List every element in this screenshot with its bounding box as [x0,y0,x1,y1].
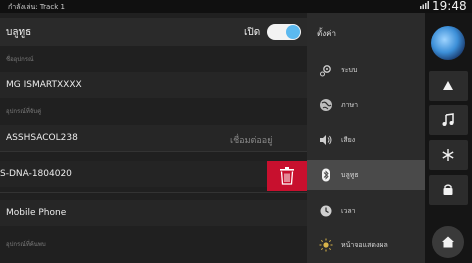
settings-item-sound[interactable]: เสียง [307,126,425,154]
home-button[interactable] [432,226,464,258]
device-name-section-label: ชื่ออุปกรณ์ [6,56,34,63]
settings-item-bluetooth[interactable]: บลูทูธ [307,160,425,190]
settings-item-label: ภาษา [341,101,359,109]
paired-devices-section-label: อุปกรณ์ที่จับคู่ [6,108,42,115]
music-button[interactable] [429,105,468,135]
bluetooth-header: บลูทูธ เปิด [0,18,307,46]
settings-item-time[interactable]: เวลา [307,197,425,225]
divider [0,192,307,193]
screen: กำลังเล่น: Track 1 19:48 บลูทูธ เปิด ชื่… [0,0,472,263]
car-icon [443,184,453,195]
delete-device-button[interactable] [267,161,307,191]
device-name-row[interactable]: MG ISMARTXXXX [0,72,307,98]
fan-icon [442,149,454,161]
right-rail [425,13,472,263]
signal-bars-icon [420,1,430,11]
now-playing-text[interactable]: กำลังเล่น: Track 1 [8,2,65,13]
trash-icon [280,167,294,185]
settings-item-display[interactable]: หน้าจอแสดงผล [307,231,425,259]
brightness-icon [319,238,333,252]
gear-icon [320,65,331,77]
available-devices-section-label: อุปกรณ์ที่ค้นพบ [6,241,46,248]
globe-icon [320,99,332,111]
paired-device-name: Mobile Phone [6,208,67,218]
settings-item-label: ระบบ [341,66,358,74]
paired-device-name: S-DNA-1804020 [0,169,72,179]
settings-menu: ตั้งค่า ระบบ ภาษา เสียง บลูทูธ เวลา หน้า… [307,13,425,263]
clock: 19:48 [432,0,467,13]
vehicle-button[interactable] [429,175,468,205]
settings-item-language[interactable]: ภาษา [307,91,425,119]
settings-item-label: หน้าจอแสดงผล [341,241,388,249]
settings-item-label: บลูทูธ [341,171,359,179]
mg-orb-logo[interactable] [431,26,465,60]
toggle-knob [286,25,300,39]
music-note-icon [442,113,454,126]
home-icon [442,236,454,248]
settings-item-system[interactable]: ระบบ [307,56,425,84]
bluetooth-title: บลูทูธ [6,27,32,38]
bluetooth-toggle-state: เปิด [244,27,261,38]
navigation-arrow-icon [443,81,453,90]
climate-button[interactable] [429,140,468,170]
divider [0,151,307,152]
bluetooth-toggle[interactable] [267,24,301,40]
settings-item-label: เวลา [341,207,356,215]
speaker-icon [320,135,332,145]
paired-device-name: ASSHSACOL238 [6,133,78,143]
settings-title: ตั้งค่า [317,29,336,38]
clock-icon [320,205,332,217]
paired-device-status: เชื่อมต่ออยู่ [230,136,273,146]
bluetooth-icon [322,168,330,182]
bluetooth-panel: บลูทูธ เปิด ชื่ออุปกรณ์ MG ISMARTXXXX อุ… [0,13,307,263]
status-bar: กำลังเล่น: Track 1 19:48 [0,0,472,13]
paired-device-row[interactable]: S-DNA-1804020 [0,161,307,187]
settings-item-label: เสียง [341,136,356,144]
paired-device-row[interactable]: Mobile Phone [0,200,307,226]
device-name: MG ISMARTXXXX [6,80,82,90]
navigation-button[interactable] [429,71,468,101]
paired-device-row[interactable]: ASSHSACOL238 เชื่อมต่ออยู่ [0,125,307,151]
